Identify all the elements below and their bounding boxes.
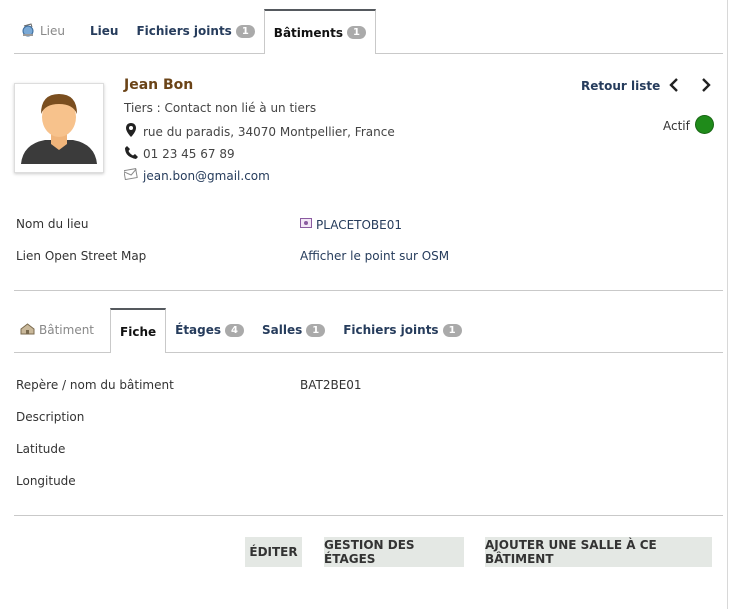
place-name: PLACETOBE01	[316, 217, 403, 232]
actions-divider	[14, 515, 723, 516]
place-icon	[300, 217, 312, 232]
contact-email-link[interactable]: jean.bon@gmail.com	[143, 169, 270, 183]
tab-fiche[interactable]: Fiche	[110, 308, 167, 353]
tab-lieu[interactable]: Lieu	[81, 9, 127, 53]
contact-tiers: Tiers : Contact non lié à un tiers	[124, 101, 317, 115]
tab-lieu-title-label: Lieu	[40, 24, 66, 38]
tab-fiche-label: Fiche	[120, 324, 157, 339]
tab-fichiers-joints-batiment[interactable]: Fichiers joints 1	[334, 308, 470, 352]
tab-etages[interactable]: Étages 4	[166, 308, 253, 352]
add-room-button[interactable]: Ajouter une salle à ce bâtiment	[485, 537, 712, 567]
globe-icon	[20, 22, 36, 41]
map-marker-icon	[124, 123, 138, 140]
count-badge: 1	[306, 323, 326, 337]
tab-batiment-title-label: Bâtiment	[39, 323, 95, 337]
status-label: Actif	[663, 119, 690, 133]
envelope-icon	[123, 168, 138, 183]
tab-fichiers-joints-label: Fichiers joints	[136, 24, 232, 38]
contact-email-line: jean.bon@gmail.com	[123, 168, 270, 183]
building-icon	[20, 322, 35, 338]
tab-salles-label: Salles	[262, 323, 303, 337]
field-value-nom-du-lieu[interactable]: PLACETOBE01	[300, 217, 402, 232]
manage-floors-button[interactable]: Gestion des étages	[324, 537, 464, 567]
chevron-left-icon[interactable]	[669, 78, 679, 96]
count-badge: 1	[346, 26, 366, 39]
right-border	[727, 0, 728, 609]
contact-tiers-line: Tiers : Contact non lié à un tiers	[124, 101, 316, 115]
tab-lieu-title[interactable]: Lieu	[14, 9, 81, 53]
field-label-longitude: Longitude	[16, 474, 76, 488]
tab-lieu-label: Lieu	[90, 24, 119, 38]
count-badge: 1	[442, 323, 462, 337]
contact-name: Jean Bon	[124, 77, 194, 93]
tab-batiments[interactable]: Bâtiments 1	[263, 9, 376, 54]
contact-address: rue du paradis, 34070 Montpellier, Franc…	[143, 124, 395, 139]
osm-link[interactable]: Afficher le point sur OSM	[300, 249, 449, 263]
contact-phone: 01 23 45 67 89	[143, 147, 235, 161]
field-label-nom-du-lieu: Nom du lieu	[16, 217, 89, 231]
chevron-right-icon[interactable]	[701, 78, 711, 96]
status-indicator	[696, 116, 713, 133]
back-to-list-link[interactable]: Retour liste	[581, 79, 660, 93]
field-label-osm: Lien Open Street Map	[16, 249, 147, 263]
tab-salles[interactable]: Salles 1	[253, 308, 334, 352]
section-divider	[14, 290, 723, 291]
tab-batiments-label: Bâtiments	[273, 25, 343, 40]
tab-fichiers-joints-batiment-label: Fichiers joints	[343, 323, 439, 337]
count-badge: 4	[225, 323, 244, 337]
top-tabs: Lieu Lieu Fichiers joints 1 Bâtiments 1	[14, 8, 723, 54]
field-label-repere: Repère / nom du bâtiment	[16, 378, 174, 392]
avatar	[14, 83, 104, 173]
count-badge: 1	[235, 24, 255, 38]
tab-etages-label: Étages	[175, 323, 222, 337]
phone-icon	[124, 146, 138, 162]
field-value-repere: BAT2BE01	[300, 378, 362, 392]
field-label-latitude: Latitude	[16, 442, 66, 456]
field-label-description: Description	[16, 410, 85, 424]
contact-address-line: rue du paradis, 34070 Montpellier, Franc…	[124, 123, 395, 140]
tab-fichiers-joints[interactable]: Fichiers joints 1	[127, 9, 263, 53]
edit-button[interactable]: Éditer	[245, 537, 302, 567]
tab-batiment-title[interactable]: Bâtiment	[14, 308, 110, 352]
contact-phone-line: 01 23 45 67 89	[124, 146, 235, 162]
building-tabs: Bâtiment Fiche Étages 4 Salles 1 Fichier…	[14, 307, 723, 353]
